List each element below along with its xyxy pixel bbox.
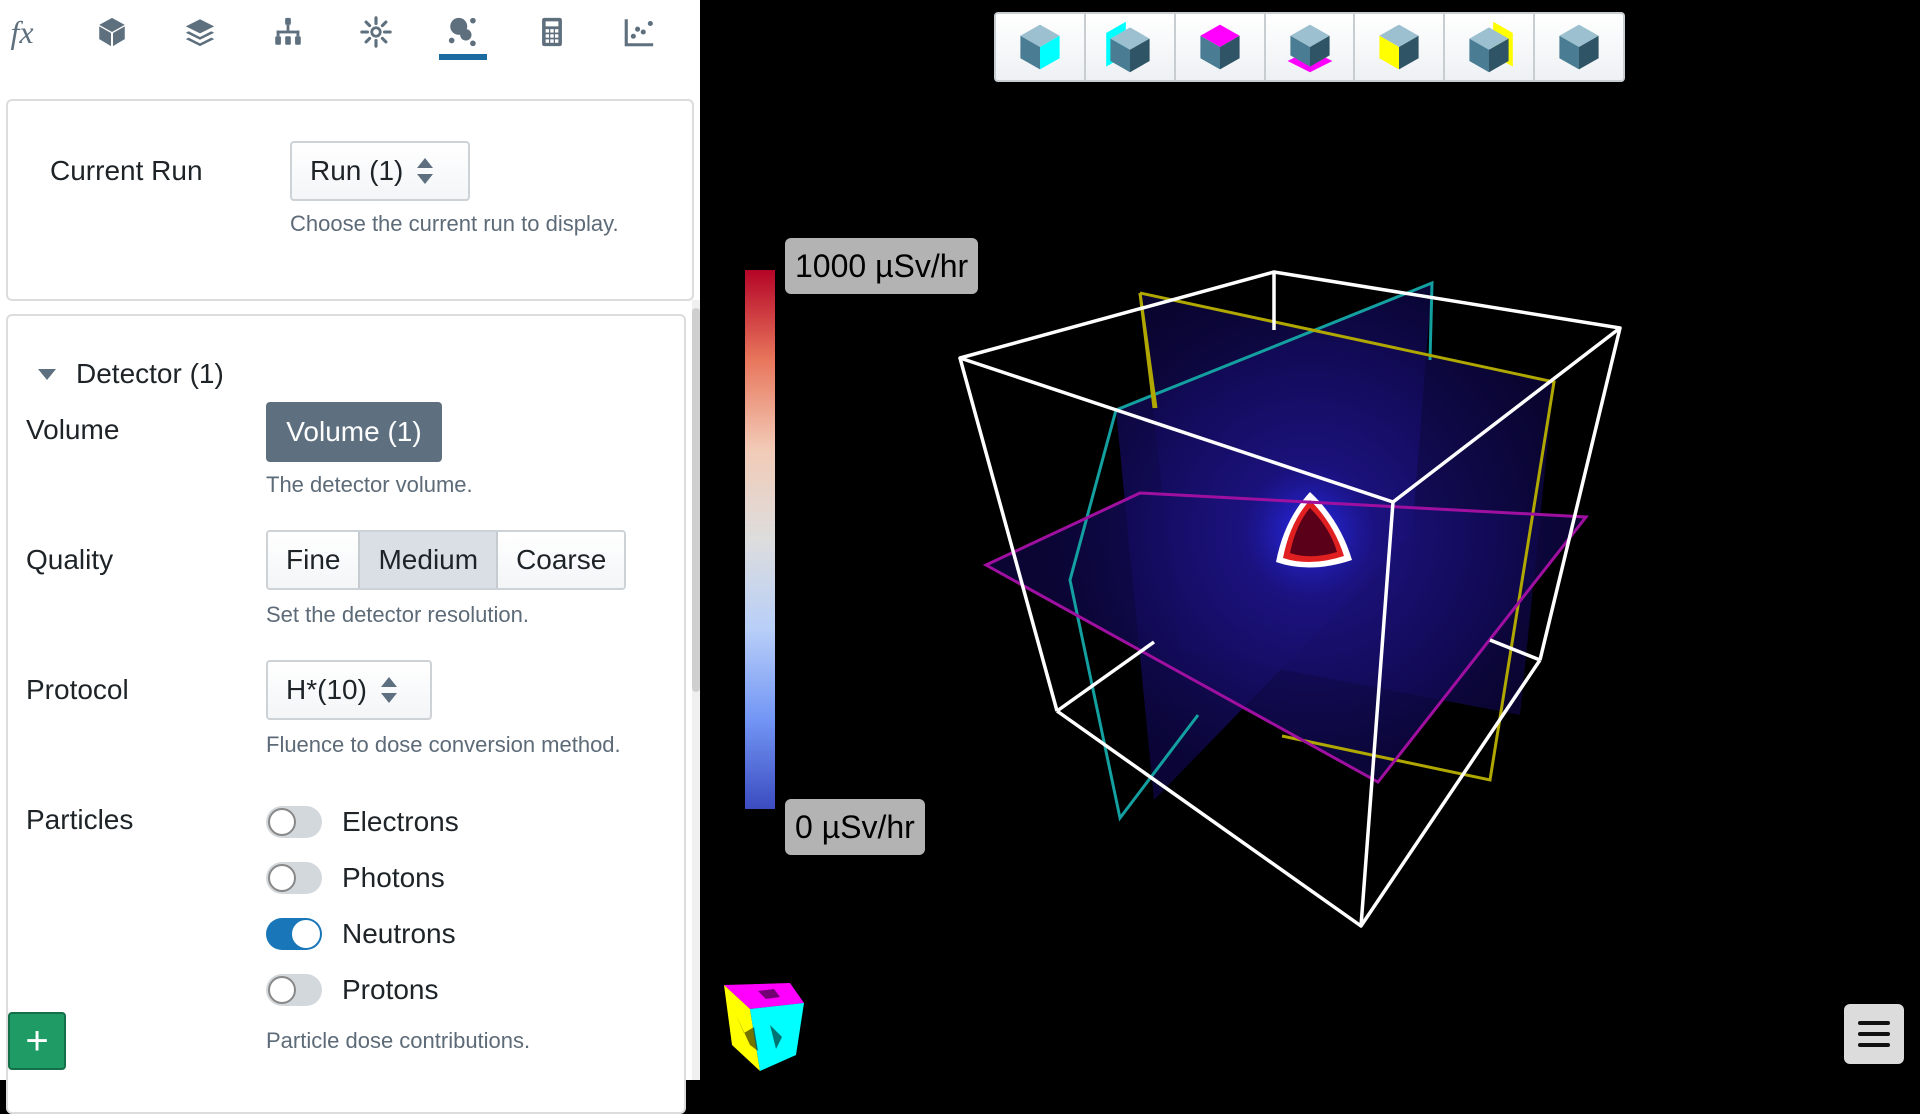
detector-card: Detector (1) Volume Volume (1) The detec…: [6, 314, 686, 1114]
source-icon: [360, 16, 392, 48]
protocol-help: Fluence to dose conversion method.: [266, 732, 621, 757]
toggle-protons[interactable]: [266, 974, 322, 1006]
cube-isometric-icon: [1559, 24, 1599, 70]
add-button[interactable]: +: [8, 1012, 66, 1070]
tab-geometry[interactable]: [90, 12, 134, 52]
protons-label: Protons: [342, 974, 439, 1005]
tab-sources[interactable]: [354, 12, 398, 52]
view-toolbar: [994, 12, 1625, 82]
tab-detectors[interactable]: [439, 12, 487, 60]
tab-functions[interactable]: fx: [0, 12, 44, 52]
tab-hierarchy[interactable]: [266, 12, 310, 52]
electrons-label: Electrons: [342, 806, 459, 837]
select-arrows-icon: [380, 677, 397, 703]
run-select-value: Run (1): [310, 155, 404, 186]
photons-label: Photons: [342, 862, 445, 893]
run-help: Choose the current run to display.: [290, 211, 619, 236]
cube-left-face-icon: [1105, 21, 1150, 73]
protocol-select[interactable]: H*(10): [266, 660, 432, 720]
orientation-cube[interactable]: [710, 975, 810, 1075]
colorbar-min-label: 0 µSv/hr: [785, 799, 925, 855]
volume-button[interactable]: Volume (1): [266, 402, 442, 462]
quality-help: Set the detector resolution.: [266, 602, 529, 627]
colorbar: [745, 270, 775, 809]
cube-top-face-icon: [1200, 24, 1240, 70]
view-left-button[interactable]: [1083, 14, 1174, 80]
scrollbar-thumb[interactable]: [692, 308, 700, 692]
quality-segmented-control: Fine Medium Coarse: [266, 530, 627, 590]
run-select[interactable]: Run (1): [290, 141, 470, 201]
view-back-button[interactable]: [1443, 14, 1533, 80]
quality-option-coarse[interactable]: Coarse: [496, 532, 625, 588]
view-isometric-button[interactable]: [1533, 14, 1623, 80]
toggle-electrons[interactable]: [266, 806, 322, 838]
toggle-photons[interactable]: [266, 862, 322, 894]
caret-down-icon: [38, 368, 56, 380]
quality-label: Quality: [26, 544, 114, 575]
protocol-select-value: H*(10): [286, 674, 367, 705]
detector-collapse-toggle[interactable]: Detector (1): [38, 358, 224, 390]
cube-back-face-icon: [1469, 21, 1514, 73]
neutrons-label: Neutrons: [342, 918, 456, 949]
toggle-neutrons[interactable]: [266, 918, 322, 950]
tab-plots[interactable]: [617, 12, 661, 52]
cube-front-face-icon: [1379, 24, 1419, 70]
view-right-button[interactable]: [996, 14, 1084, 80]
hamburger-icon: [1858, 1021, 1890, 1025]
protocol-label: Protocol: [26, 674, 129, 705]
tab-calculator[interactable]: [530, 12, 574, 52]
select-arrows-icon: [417, 158, 434, 184]
function-icon: fx: [10, 13, 34, 50]
layers-icon: [185, 19, 215, 47]
colorbar-max-label: 1000 µSv/hr: [785, 238, 979, 294]
tab-materials[interactable]: [178, 12, 222, 52]
side-panel: fx Current Run Run (1) Choose the curren…: [0, 0, 700, 1114]
scatter-plot-icon: [624, 19, 654, 47]
run-card: Current Run Run (1) Choose the current r…: [6, 99, 694, 301]
quality-option-medium[interactable]: Medium: [358, 532, 497, 588]
volume-help: The detector volume.: [266, 472, 473, 497]
detector-title: Detector (1): [76, 358, 224, 389]
calculator-icon: [542, 17, 562, 47]
cube-right-face-icon: [1020, 24, 1060, 70]
menu-button[interactable]: [1844, 1004, 1904, 1064]
cube-bottom-face-icon: [1287, 24, 1332, 73]
current-run-label: Current Run: [50, 155, 203, 186]
scene: [958, 270, 1622, 928]
volume-label: Volume: [26, 414, 120, 445]
particles-help: Particle dose contributions.: [266, 1028, 531, 1053]
view-front-button[interactable]: [1353, 14, 1443, 80]
cube-icon: [99, 17, 125, 47]
view-bottom-button[interactable]: [1263, 14, 1354, 80]
hierarchy-icon: [275, 17, 301, 45]
3d-viewport[interactable]: 1000 µSv/hr 0 µSv/hr: [700, 0, 1920, 1080]
particles-label: Particles: [26, 804, 134, 835]
particles-icon: [448, 17, 476, 47]
plus-icon: +: [25, 1018, 49, 1063]
view-top-button[interactable]: [1173, 14, 1264, 80]
panel-tabs: fx: [0, 0, 700, 64]
quality-option-fine[interactable]: Fine: [268, 532, 359, 588]
